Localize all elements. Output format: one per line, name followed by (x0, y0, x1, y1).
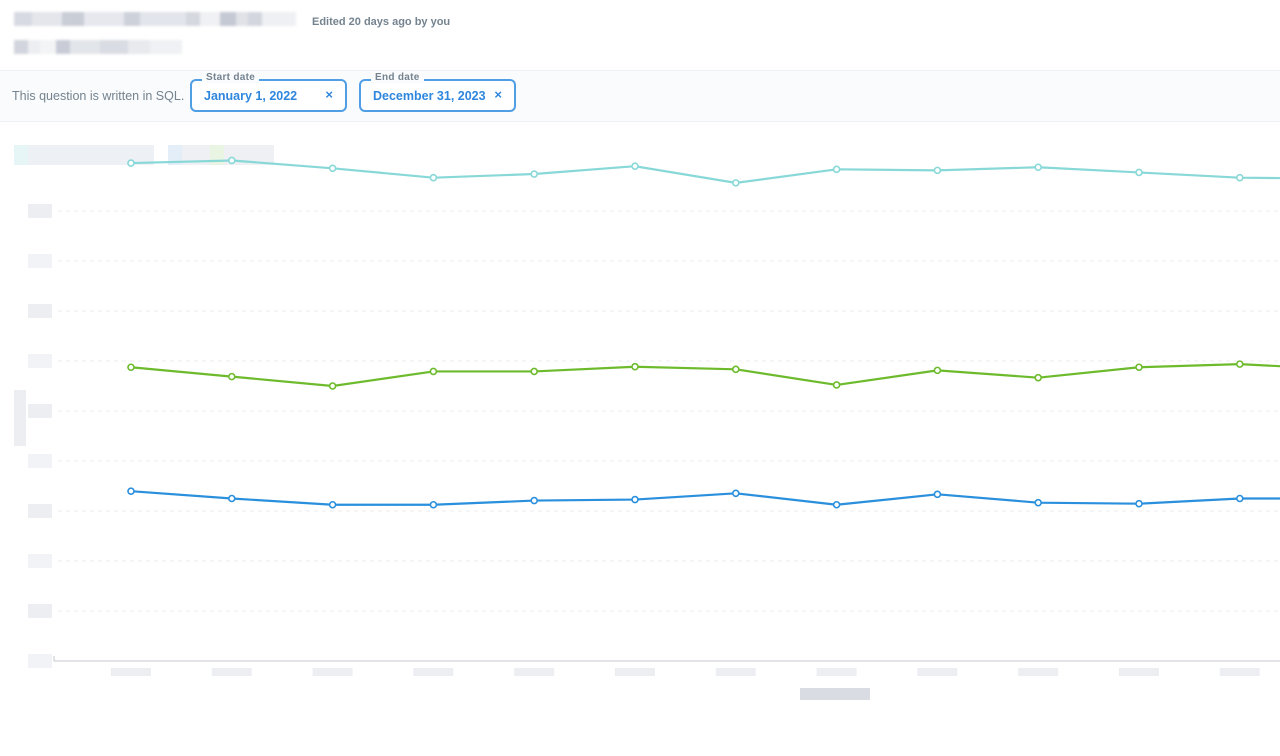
start-date-label: Start date (202, 72, 260, 83)
close-icon[interactable]: × (494, 88, 502, 102)
y-axis-labels-redacted (14, 204, 52, 668)
series-line (130, 159, 1280, 184)
y-tick-label-redacted (28, 354, 52, 368)
data-point[interactable] (1135, 363, 1143, 372)
end-date-value[interactable]: December 31, 2023 (373, 89, 486, 103)
series-3 (127, 487, 1280, 509)
data-point[interactable] (429, 500, 438, 509)
x-tick-label-redacted (1018, 668, 1059, 676)
data-point[interactable] (1034, 163, 1042, 172)
line-chart (14, 145, 1280, 700)
data-point[interactable] (228, 156, 236, 165)
data-point[interactable] (429, 173, 438, 182)
close-icon[interactable]: × (325, 88, 333, 102)
y-tick-label-redacted (28, 404, 52, 418)
data-point[interactable] (228, 372, 236, 381)
y-tick-label-redacted (28, 304, 52, 318)
data-point[interactable] (328, 382, 337, 390)
end-date-label: End date (371, 72, 424, 83)
data-point[interactable] (832, 500, 841, 509)
x-tick-label-redacted (413, 668, 454, 676)
x-axis-labels-redacted (111, 668, 1260, 676)
data-point[interactable] (933, 490, 942, 499)
x-tick-label-redacted (312, 668, 353, 676)
data-point[interactable] (328, 164, 337, 173)
x-tick-label-redacted (715, 668, 756, 676)
start-date-value[interactable]: January 1, 2022 (204, 89, 297, 103)
data-point[interactable] (832, 165, 841, 174)
x-axis-title-redacted (800, 688, 870, 700)
y-tick-label-redacted (28, 454, 52, 468)
y-tick-label-redacted (28, 504, 52, 518)
y-tick-label-redacted (28, 654, 52, 668)
legend-swatch (14, 145, 28, 165)
data-point[interactable] (731, 179, 740, 187)
data-point[interactable] (530, 496, 539, 505)
y-axis-title-redacted (14, 390, 26, 446)
series-line (130, 363, 1280, 388)
data-point[interactable] (631, 162, 639, 171)
data-point[interactable] (127, 159, 135, 167)
x-tick-label-redacted (917, 668, 958, 676)
data-point[interactable] (1236, 360, 1244, 368)
data-point[interactable] (1135, 499, 1143, 508)
y-tick-label-redacted (28, 254, 52, 268)
data-point[interactable] (731, 365, 740, 374)
series-2 (127, 360, 1280, 390)
x-tick-label-redacted (211, 668, 252, 676)
data-point[interactable] (127, 487, 135, 496)
data-point[interactable] (1135, 168, 1143, 177)
x-tick-label-redacted (1219, 668, 1260, 676)
data-point[interactable] (1236, 173, 1244, 182)
question-header: Edited 20 days ago by you (0, 0, 1280, 70)
data-point[interactable] (228, 494, 236, 503)
data-point[interactable] (530, 170, 539, 178)
collection-path-redacted (14, 40, 182, 54)
data-point[interactable] (127, 363, 135, 372)
data-point[interactable] (328, 500, 337, 509)
x-tick-label-redacted (615, 668, 655, 676)
data-point[interactable] (832, 381, 841, 389)
x-tick-label-redacted (514, 668, 555, 676)
data-point[interactable] (1034, 498, 1042, 507)
data-point[interactable] (429, 367, 438, 376)
series-line (130, 490, 1280, 506)
data-point[interactable] (1236, 494, 1244, 503)
end-date-filter[interactable]: End date December 31, 2023 × (359, 72, 516, 112)
x-tick-label-redacted (1119, 668, 1159, 676)
x-tick-label-redacted (111, 668, 151, 676)
x-tick-label-redacted (816, 668, 857, 676)
data-point[interactable] (631, 362, 639, 371)
data-point[interactable] (731, 489, 740, 498)
y-tick-label-redacted (28, 554, 52, 568)
series-1 (127, 156, 1280, 187)
data-point[interactable] (933, 166, 942, 175)
y-tick-label-redacted (28, 604, 52, 618)
data-point[interactable] (1034, 373, 1042, 382)
series-group (127, 156, 1280, 509)
sql-note: This question is written in SQL. (12, 89, 185, 103)
start-date-filter[interactable]: Start date January 1, 2022 × (190, 72, 347, 112)
grid-lines (58, 210, 1280, 612)
y-tick-label-redacted (28, 204, 52, 218)
edited-info[interactable]: Edited 20 days ago by you (312, 16, 450, 28)
data-point[interactable] (933, 366, 942, 375)
filter-bar: This question is written in SQL. Start d… (0, 70, 1280, 122)
data-point[interactable] (631, 495, 639, 504)
data-point[interactable] (530, 367, 539, 376)
question-title-redacted (14, 12, 296, 26)
